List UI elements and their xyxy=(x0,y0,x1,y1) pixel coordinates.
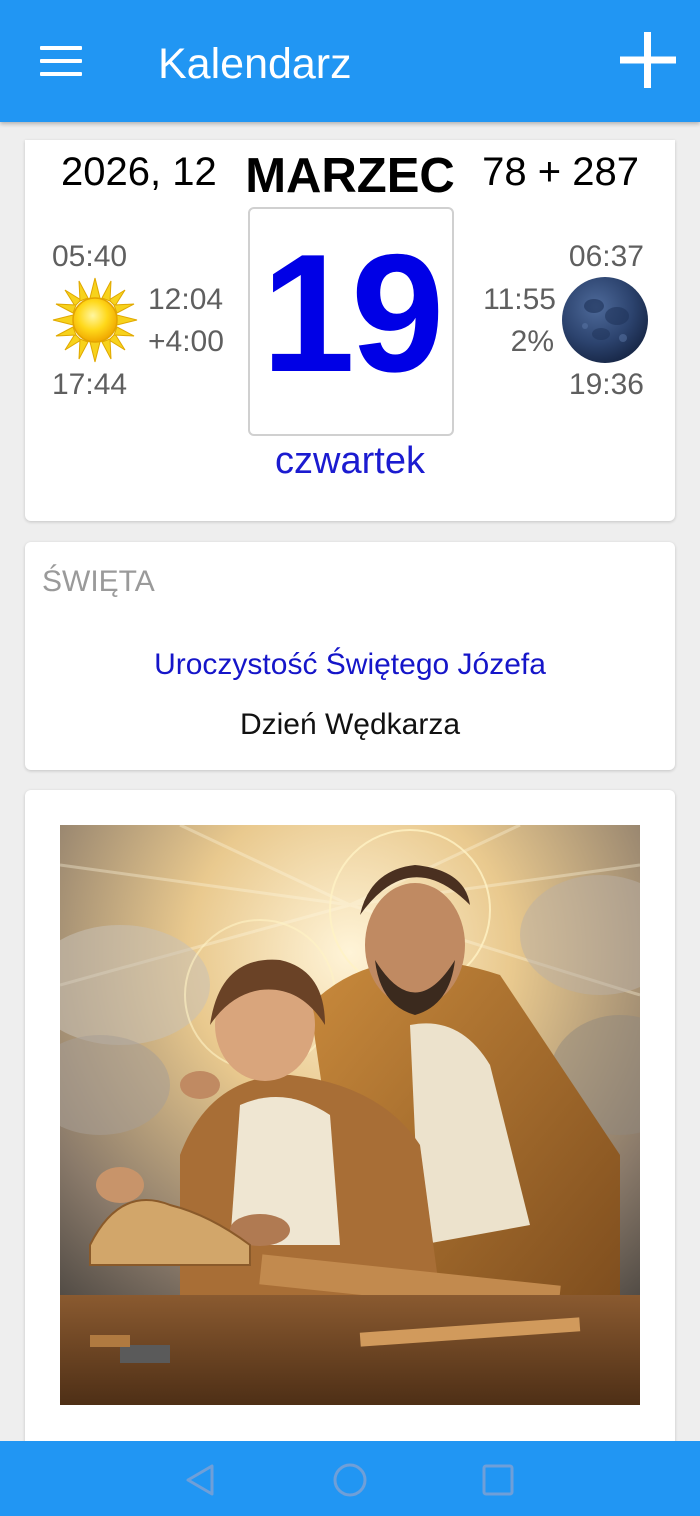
moonset-time: 19:36 xyxy=(568,368,644,401)
moon-icon xyxy=(562,277,648,363)
add-button[interactable] xyxy=(612,24,684,96)
hamburger-line xyxy=(40,72,82,76)
hamburger-line xyxy=(40,46,82,50)
menu-button[interactable] xyxy=(30,36,90,86)
hamburger-line xyxy=(40,59,82,63)
sunrise-time: 05:40 xyxy=(52,240,128,273)
back-button[interactable] xyxy=(178,1458,222,1502)
moon-illumination: 2% xyxy=(510,325,554,358)
recents-icon xyxy=(482,1464,514,1496)
system-navigation-bar xyxy=(0,1441,700,1516)
saint-joseph-illustration[interactable] xyxy=(60,825,640,1405)
app-bar: Kalendarz xyxy=(0,0,700,122)
holiday-item[interactable]: Uroczystość Świętego Józefa xyxy=(25,648,675,682)
app-title: Kalendarz xyxy=(158,40,352,88)
solar-noon-time: 12:04 xyxy=(148,283,224,316)
home-button[interactable] xyxy=(328,1458,372,1502)
day-number-box[interactable]: 19 xyxy=(248,207,454,436)
moonrise-time: 06:37 xyxy=(568,240,644,273)
holiday-item: Dzień Wędkarza xyxy=(239,708,461,741)
home-icon xyxy=(333,1463,367,1497)
moon-culmination-time: 11:55 xyxy=(483,283,556,316)
recents-button[interactable] xyxy=(476,1458,520,1502)
holidays-card: ŚWIĘTA Uroczystość Świętego Józefa Dzień… xyxy=(25,542,675,770)
day-number: 19 xyxy=(261,219,445,407)
back-icon xyxy=(186,1464,214,1496)
day-length-change: +4:00 xyxy=(148,325,224,358)
image-card xyxy=(25,790,675,1450)
holidays-header: ŚWIĘTA xyxy=(42,565,155,598)
date-card: 2026, 12 MARZEC 78 + 287 05:40 12:04 +4:… xyxy=(25,140,675,521)
day-count: 78 + 287 xyxy=(482,150,639,194)
sun-icon xyxy=(52,277,138,363)
plus-icon xyxy=(620,32,676,88)
weekday: czwartek xyxy=(275,440,425,482)
sunset-time: 17:44 xyxy=(52,368,128,401)
